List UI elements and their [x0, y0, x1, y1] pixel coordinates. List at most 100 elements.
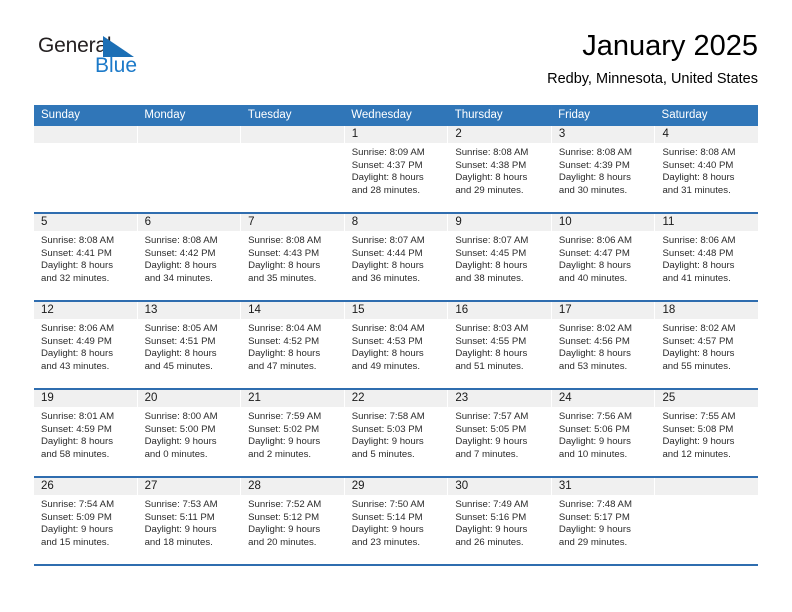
calendar-day-cell[interactable]: 22 Sunrise: 7:58 AM Sunset: 5:03 PM Dayligh…: [344, 390, 449, 476]
day-details: Sunrise: 8:08 AM Sunset: 4:41 PM Daylight:…: [34, 231, 137, 285]
calendar-day-cell[interactable]: 29 Sunrise: 7:50 AM Sunset: 5:14 PM Dayligh…: [344, 478, 449, 564]
day-details: Sunrise: 8:06 AM Sunset: 4:49 PM Daylight:…: [34, 319, 137, 373]
calendar-day-cell[interactable]: 23 Sunrise: 7:57 AM Sunset: 5:05 PM Dayligh…: [448, 390, 552, 476]
calendar-day-cell[interactable]: 28 Sunrise: 7:52 AM Sunset: 5:12 PM Dayligh…: [241, 478, 345, 564]
calendar-day-cell[interactable]: 26 Sunrise: 7:54 AM Sunset: 5:09 PM Dayligh…: [34, 478, 138, 564]
weekday-header-saturday: Saturday: [661, 109, 708, 121]
sunset-text: Sunset: 4:38 PM: [455, 159, 527, 171]
calendar-day-cell[interactable]: 10 Sunrise: 8:06 AM Sunset: 4:47 PM Dayligh…: [551, 214, 656, 300]
sunrise-text: Sunrise: 8:06 AM: [41, 323, 115, 334]
calendar-day-cell[interactable]: 3 Sunrise: 8:08 AM Sunset: 4:39 PM Daylight…: [551, 126, 656, 212]
sunset-text: Sunset: 5:02 PM: [248, 423, 320, 435]
sunset-text: Sunset: 4:57 PM: [662, 335, 734, 347]
day-number: 21: [241, 390, 344, 407]
calendar-day-cell[interactable]: 27 Sunrise: 7:53 AM Sunset: 5:11 PM Dayligh…: [137, 478, 242, 564]
day-details: Sunrise: 7:50 AM Sunset: 5:14 PM Daylight:…: [345, 495, 448, 549]
weekday-header-sunday: Sunday: [41, 109, 81, 121]
day-number: 23: [448, 390, 551, 407]
day-number: 31: [551, 478, 655, 495]
day-details: Sunrise: 8:06 AM Sunset: 4:48 PM Daylight:…: [655, 231, 758, 285]
calendar-day-cell[interactable]: 18 Sunrise: 8:02 AM Sunset: 4:57 PM Dayligh…: [655, 302, 759, 388]
sunset-text: Sunset: 4:52 PM: [248, 335, 320, 347]
day-number: 4: [655, 126, 759, 143]
calendar-day-cell[interactable]: 31 Sunrise: 7:48 AM Sunset: 5:17 PM Dayligh…: [551, 478, 656, 564]
sunset-text: Sunset: 5:06 PM: [558, 423, 630, 435]
day-number: 6: [137, 214, 241, 231]
sunrise-text: Sunrise: 7:52 AM: [248, 499, 322, 510]
day-details: Sunrise: 8:04 AM Sunset: 4:52 PM Daylight:…: [241, 319, 344, 373]
day-number: 20: [137, 390, 241, 407]
sunrise-text: Sunrise: 8:08 AM: [144, 235, 218, 246]
sunset-text: Sunset: 5:05 PM: [455, 423, 527, 435]
calendar-day-cell[interactable]: 24 Sunrise: 7:56 AM Sunset: 5:06 PM Dayligh…: [551, 390, 656, 476]
weekday-header-monday: Monday: [144, 109, 186, 121]
sunrise-text: Sunrise: 8:00 AM: [144, 411, 218, 422]
day-number: 8: [344, 214, 448, 231]
sunrise-text: Sunrise: 8:06 AM: [662, 235, 736, 246]
day-number: 3: [551, 126, 655, 143]
sunrise-text: Sunrise: 7:55 AM: [662, 411, 736, 422]
calendar-day-cell[interactable]: 5 Sunrise: 8:08 AM Sunset: 4:41 PM Daylight…: [34, 214, 138, 300]
sunrise-text: Sunrise: 7:48 AM: [558, 499, 632, 510]
day-number: 28: [241, 478, 344, 495]
sunset-text: Sunset: 5:12 PM: [248, 511, 320, 523]
daylight-text: Daylight: 9 hours and 29 minutes.: [558, 524, 631, 548]
general-blue-logo[interactable]: General Blue: [38, 34, 198, 90]
calendar-day-cell[interactable]: 9 Sunrise: 8:07 AM Sunset: 4:45 PM Daylight…: [448, 214, 552, 300]
calendar-day-cell[interactable]: 2 Sunrise: 8:08 AM Sunset: 4:38 PM Daylight…: [448, 126, 552, 212]
sunset-text: Sunset: 5:11 PM: [144, 511, 215, 523]
calendar-day-cell[interactable]: 17 Sunrise: 8:02 AM Sunset: 4:56 PM Dayligh…: [551, 302, 656, 388]
day-number: 12: [34, 302, 137, 319]
sunrise-text: Sunrise: 8:07 AM: [351, 235, 425, 246]
calendar-day-cell[interactable]: 25 Sunrise: 7:55 AM Sunset: 5:08 PM Dayligh…: [655, 390, 759, 476]
calendar-page: General Blue January 2025 Redby, Minneso…: [0, 0, 792, 612]
calendar-day-cell-empty: [655, 478, 759, 564]
calendar-day-cell[interactable]: 14 Sunrise: 8:04 AM Sunset: 4:52 PM Dayligh…: [241, 302, 345, 388]
day-details: Sunrise: 8:01 AM Sunset: 4:59 PM Daylight:…: [34, 407, 137, 461]
calendar-day-cell[interactable]: 13 Sunrise: 8:05 AM Sunset: 4:51 PM Dayligh…: [137, 302, 242, 388]
calendar-day-cell[interactable]: 20 Sunrise: 8:00 AM Sunset: 5:00 PM Dayligh…: [137, 390, 242, 476]
sunrise-text: Sunrise: 8:01 AM: [41, 411, 115, 422]
calendar-day-cell[interactable]: 21 Sunrise: 7:59 AM Sunset: 5:02 PM Dayligh…: [241, 390, 345, 476]
day-number: 30: [448, 478, 551, 495]
daylight-text: Daylight: 8 hours and 49 minutes.: [351, 348, 424, 372]
calendar-day-cell[interactable]: 7 Sunrise: 8:08 AM Sunset: 4:43 PM Daylight…: [241, 214, 345, 300]
sunrise-text: Sunrise: 7:57 AM: [455, 411, 529, 422]
calendar-day-cell[interactable]: 6 Sunrise: 8:08 AM Sunset: 4:42 PM Daylight…: [137, 214, 242, 300]
sunrise-text: Sunrise: 8:04 AM: [351, 323, 425, 334]
day-number: 14: [241, 302, 344, 319]
sunset-text: Sunset: 5:09 PM: [41, 511, 112, 523]
day-number: 16: [448, 302, 551, 319]
day-details: Sunrise: 8:07 AM Sunset: 4:45 PM Daylight:…: [448, 231, 551, 285]
calendar-day-cell[interactable]: 30 Sunrise: 7:49 AM Sunset: 5:16 PM Dayligh…: [448, 478, 552, 564]
daylight-text: Daylight: 8 hours and 47 minutes.: [248, 348, 321, 372]
calendar-day-cell[interactable]: 19 Sunrise: 8:01 AM Sunset: 4:59 PM Dayligh…: [34, 390, 138, 476]
calendar-day-cell[interactable]: 12 Sunrise: 8:06 AM Sunset: 4:49 PM Dayligh…: [34, 302, 138, 388]
day-number: 19: [34, 390, 137, 407]
day-number: 5: [34, 214, 137, 231]
calendar-week-row: 19 Sunrise: 8:01 AM Sunset: 4:59 PM Dayligh…: [34, 390, 759, 478]
day-number: 2: [448, 126, 551, 143]
calendar-day-cell[interactable]: 16 Sunrise: 8:03 AM Sunset: 4:55 PM Dayligh…: [448, 302, 552, 388]
daylight-text: Daylight: 8 hours and 34 minutes.: [144, 260, 217, 284]
calendar-day-cell[interactable]: 8 Sunrise: 8:07 AM Sunset: 4:44 PM Daylight…: [344, 214, 449, 300]
sunset-text: Sunset: 4:55 PM: [455, 335, 527, 347]
sunset-text: Sunset: 4:48 PM: [662, 247, 734, 259]
sunset-text: Sunset: 5:17 PM: [558, 511, 630, 523]
calendar-week-row: 5 Sunrise: 8:08 AM Sunset: 4:41 PM Daylight…: [34, 214, 759, 302]
daylight-text: Daylight: 8 hours and 35 minutes.: [248, 260, 321, 284]
sunrise-text: Sunrise: 7:59 AM: [248, 411, 322, 422]
calendar-day-cell[interactable]: 11 Sunrise: 8:06 AM Sunset: 4:48 PM Dayligh…: [655, 214, 759, 300]
calendar-day-cell[interactable]: 15 Sunrise: 8:04 AM Sunset: 4:53 PM Dayligh…: [344, 302, 449, 388]
calendar-week-row: 26 Sunrise: 7:54 AM Sunset: 5:09 PM Dayligh…: [34, 478, 759, 566]
day-details: Sunrise: 8:02 AM Sunset: 4:57 PM Daylight:…: [655, 319, 758, 373]
calendar-day-cell[interactable]: 1 Sunrise: 8:09 AM Sunset: 4:37 PM Daylight…: [344, 126, 449, 212]
sunset-text: Sunset: 4:47 PM: [558, 247, 630, 259]
daylight-text: Daylight: 8 hours and 40 minutes.: [558, 260, 631, 284]
day-details: Sunrise: 8:08 AM Sunset: 4:40 PM Daylight:…: [655, 143, 758, 197]
daylight-text: Daylight: 8 hours and 31 minutes.: [662, 172, 735, 196]
daylight-text: Daylight: 9 hours and 23 minutes.: [351, 524, 424, 548]
daylight-text: Daylight: 9 hours and 2 minutes.: [248, 436, 321, 460]
sunrise-text: Sunrise: 8:02 AM: [558, 323, 632, 334]
calendar-day-cell[interactable]: 4 Sunrise: 8:08 AM Sunset: 4:40 PM Daylight…: [655, 126, 759, 212]
